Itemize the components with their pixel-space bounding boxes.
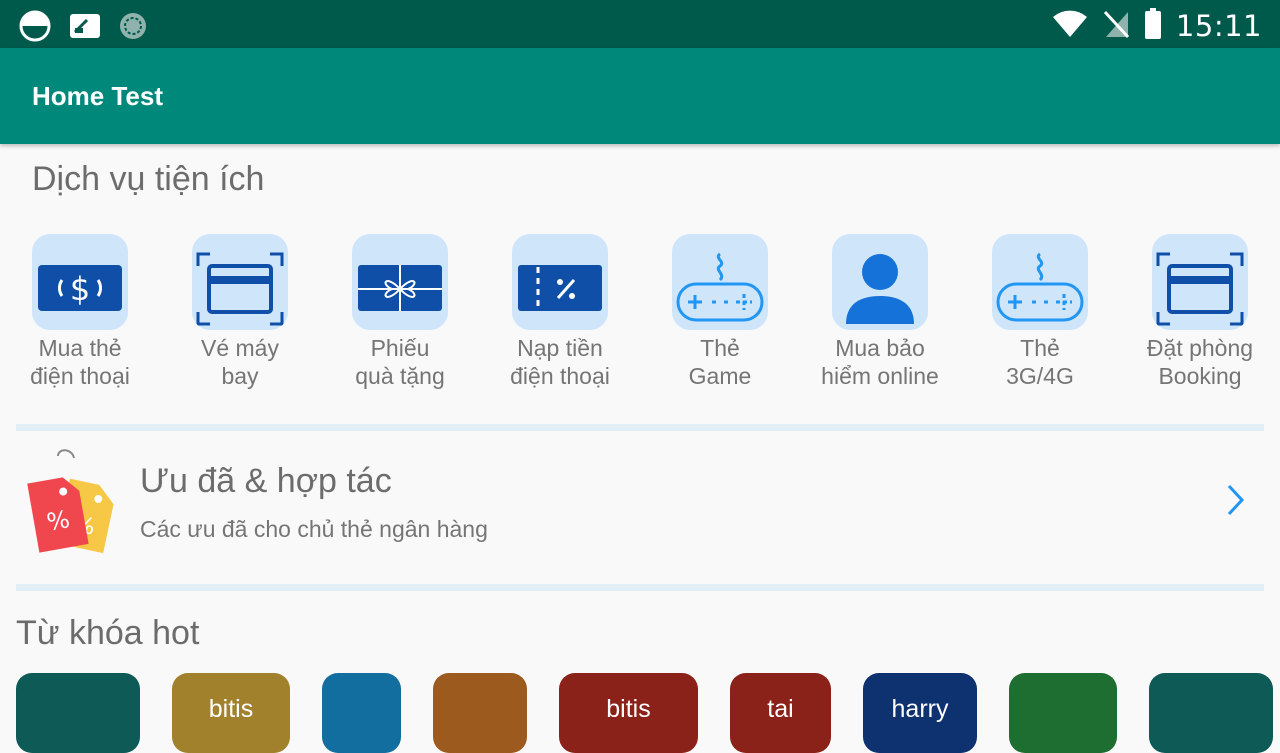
no-signal-icon [1102, 9, 1130, 43]
service-mua-bao-hiem-online[interactable]: Mua bảo hiểm online [800, 234, 960, 390]
keyword-chip[interactable] [433, 673, 527, 753]
keyword-chip[interactable]: harry [863, 673, 977, 753]
keyword-chip[interactable] [322, 673, 401, 753]
service-label: Đặt phòng Booking [1146, 335, 1254, 389]
service-the-3g-4g[interactable]: Thẻ 3G/4G [960, 234, 1120, 390]
app-title: Home Test [32, 81, 163, 111]
section-divider [16, 424, 1264, 431]
service-dat-phong-booking[interactable]: Đặt phòng Booking [1120, 234, 1280, 390]
keyword-chip[interactable]: bitis [559, 673, 698, 753]
sim-status-icon [18, 9, 52, 47]
section-divider [16, 584, 1264, 591]
screenshot-icon [69, 12, 101, 44]
services-grid: $ Mua thẻ điện thoại Vé máy bay Phiếu quà t… [0, 234, 1280, 404]
status-time: 15:11 [1175, 9, 1262, 43]
money-card-icon: $ [32, 234, 128, 330]
keyword-chip[interactable]: tai [730, 673, 831, 753]
card-scan-icon [192, 234, 288, 330]
promo-row[interactable]: % % Ưu đã & hợp tác Các ưu đã cho chủ th… [0, 440, 1280, 580]
promo-subtitle: Các ưu đã cho chủ thẻ ngân hàng [140, 516, 488, 542]
chevron-right-icon[interactable] [1224, 482, 1248, 522]
service-the-game[interactable]: Thẻ Game [640, 234, 800, 390]
service-nap-tien-dien-thoai[interactable]: Nạp tiền điện thoại [480, 234, 640, 390]
gift-card-icon [352, 234, 448, 330]
wifi-icon [1052, 9, 1088, 43]
service-label: Nạp tiền điện thoại [510, 335, 610, 389]
svg-text:%: % [45, 505, 72, 537]
gamepad-icon [672, 234, 768, 330]
keyword-chip[interactable] [1009, 673, 1117, 753]
status-bar-notifications [18, 9, 148, 47]
svg-text:$: $ [70, 270, 90, 308]
service-label: Thẻ 3G/4G [1006, 335, 1074, 389]
person-icon [832, 234, 928, 330]
keywords-section-title: Từ khóa hot [16, 614, 200, 652]
service-label: Thẻ Game [688, 335, 752, 389]
keyword-chip[interactable] [16, 673, 140, 753]
card-scan-icon [1152, 234, 1248, 330]
service-mua-the-dien-thoai[interactable]: $ Mua thẻ điện thoại [0, 234, 160, 390]
discount-tag-icon: % % [22, 448, 118, 562]
service-label: Mua thẻ điện thoại [30, 335, 130, 389]
service-ve-may-bay[interactable]: Vé máy bay [160, 234, 320, 390]
battery-icon [1144, 8, 1162, 44]
status-bar-system: 15:11 [1052, 8, 1262, 44]
keyword-chip[interactable]: bitis [172, 673, 290, 753]
app-bar: Home Test [0, 48, 1280, 144]
service-label: Mua bảo hiểm online [821, 335, 939, 389]
service-phieu-qua-tang[interactable]: Phiếu quà tặng [320, 234, 480, 390]
service-label: Vé máy bay [201, 335, 279, 389]
services-section-title: Dịch vụ tiện ích [32, 160, 265, 198]
keyword-chip[interactable] [1149, 673, 1273, 753]
keywords-list: bitis bitis tai harry [0, 673, 1280, 753]
promo-title: Ưu đã & hợp tác [140, 462, 392, 500]
gamepad-icon [992, 234, 1088, 330]
sync-icon [118, 11, 148, 45]
service-label: Phiếu quà tặng [355, 335, 445, 389]
voucher-icon [512, 234, 608, 330]
status-bar: 15:11 [0, 0, 1280, 48]
